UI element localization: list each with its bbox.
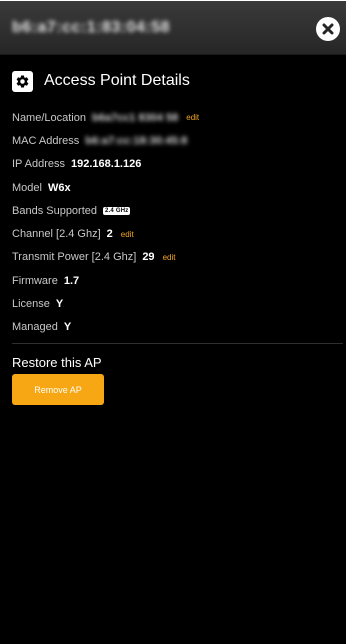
detail-row-power: Transmit Power [2.4 Ghz] 29 edit	[12, 246, 337, 269]
name-label: Name/Location	[12, 111, 86, 124]
restore-title: Restore this AP	[12, 355, 102, 370]
ip-label: IP Address	[12, 158, 65, 171]
detail-row-firmware: Firmware 1.7	[12, 269, 337, 292]
model-label: Model	[12, 181, 42, 194]
edit-name-link[interactable]: edit	[186, 113, 199, 122]
detail-row-managed: Managed Y	[12, 316, 337, 339]
firmware-label: Firmware	[12, 274, 58, 287]
panel-header: b6:a7:cc:1:83:04:58	[0, 0, 346, 55]
edit-power-link[interactable]: edit	[163, 253, 176, 262]
power-label: Transmit Power [2.4 Ghz]	[12, 251, 137, 264]
channel-label: Channel [2.4 Ghz]	[12, 228, 101, 241]
model-value: W6x	[47, 181, 71, 194]
detail-row-license: License Y	[12, 292, 337, 315]
managed-label: Managed	[12, 321, 58, 334]
detail-list: Name/Location b6a7cc1 8304 58 edit MAC A…	[12, 106, 337, 339]
detail-row-name: Name/Location b6a7cc1 8304 58 edit	[12, 106, 337, 129]
detail-row-mac: MAC Address b6:a7:cc:18:30:45:8	[12, 129, 337, 152]
power-value: 29	[142, 251, 155, 264]
section-header: Access Point Details	[12, 70, 190, 92]
detail-row-channel: Channel [2.4 Ghz] 2 edit	[12, 222, 337, 245]
mac-value: b6:a7:cc:18:30:45:8	[85, 134, 188, 147]
ip-value: 192.168.1.126	[71, 158, 142, 171]
detail-row-bands: Bands Supported 2.4 GHz	[12, 199, 337, 222]
bands-label: Bands Supported	[12, 204, 98, 217]
close-icon	[322, 23, 334, 35]
device-id-title: b6:a7:cc:1:83:04:58	[12, 19, 171, 36]
close-button[interactable]	[316, 17, 340, 41]
detail-row-ip: IP Address 192.168.1.126	[12, 153, 337, 176]
section-divider	[12, 343, 343, 344]
mac-label: MAC Address	[12, 134, 80, 147]
gear-icon	[12, 70, 33, 92]
channel-value: 2	[106, 228, 113, 241]
firmware-value: 1.7	[63, 274, 80, 287]
ap-details-panel: b6:a7:cc:1:83:04:58 Access Point Details…	[0, 0, 346, 644]
license-label: License	[12, 298, 50, 311]
detail-row-model: Model W6x	[12, 176, 337, 199]
section-title: Access Point Details	[44, 72, 190, 89]
managed-value: Y	[63, 321, 72, 334]
name-value: b6a7cc1 8304 58	[92, 111, 179, 124]
band-badge: 2.4 GHz	[103, 206, 131, 215]
remove-ap-button[interactable]: Remove AP	[12, 374, 104, 405]
license-value: Y	[55, 298, 64, 311]
edit-channel-link[interactable]: edit	[121, 230, 134, 239]
